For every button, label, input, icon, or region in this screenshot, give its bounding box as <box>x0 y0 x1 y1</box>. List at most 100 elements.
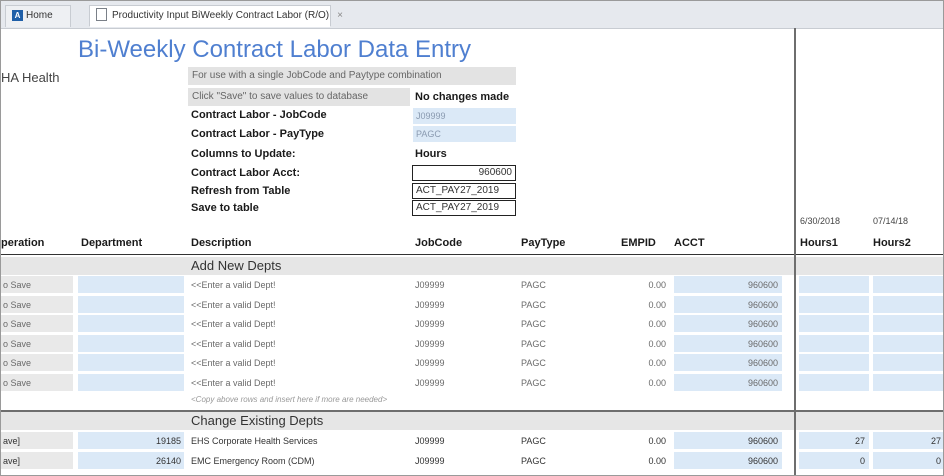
operation-cell: o Save <box>1 315 73 333</box>
column-header-jobcode: JobCode <box>415 237 463 249</box>
section-change-existing-label: Change Existing Depts <box>191 413 324 428</box>
paytype-label: Contract Labor - PayType <box>191 128 325 140</box>
close-icon[interactable]: × <box>337 10 343 21</box>
jobcode-field[interactable]: J09999 <box>413 108 516 124</box>
department-cell[interactable] <box>78 374 184 391</box>
paytype-cell: PAGC <box>521 358 546 369</box>
jobcode-cell: J09999 <box>415 319 445 330</box>
hours1-cell[interactable]: 27 <box>799 432 869 449</box>
hours1-cell[interactable]: 0 <box>799 451 869 469</box>
column-header-description: Description <box>191 237 252 249</box>
hours1-cell[interactable] <box>799 276 869 293</box>
operation-cell: o Save <box>1 334 73 352</box>
hours1-cell[interactable] <box>799 354 869 372</box>
empid-cell: 0.00 <box>648 280 666 290</box>
column-header-empid: EMPID <box>621 237 656 249</box>
contract-labor-acct-label: Contract Labor Acct: <box>191 167 300 179</box>
hours2-cell[interactable] <box>873 276 943 293</box>
status-text: No changes made <box>415 91 510 103</box>
organization-name: HA Health <box>1 70 60 85</box>
section-add-new-label: Add New Depts <box>191 258 282 273</box>
save-to-table-label: Save to table <box>191 202 259 214</box>
columns-to-update-value: Hours <box>415 148 447 160</box>
empid-cell: 0.00 <box>648 338 666 349</box>
empid-cell: 0.00 <box>648 319 666 330</box>
description-cell: EHS Corporate Health Services <box>191 436 318 446</box>
acct-cell[interactable]: 960600 <box>674 374 782 391</box>
contract-labor-acct-field[interactable]: 960600 <box>412 165 516 181</box>
info-save-instructions: Click "Save" to save values to database <box>188 88 410 106</box>
refresh-from-table-field[interactable]: ACT_PAY27_2019 <box>412 183 516 199</box>
header-divider <box>1 254 943 255</box>
paytype-cell: PAGC <box>521 319 546 330</box>
hours1-cell[interactable] <box>799 334 869 352</box>
description-cell: EMC Emergency Room (CDM) <box>191 455 315 466</box>
acct-cell[interactable]: 960600 <box>674 451 782 469</box>
acct-cell[interactable]: 960600 <box>674 315 782 333</box>
department-cell[interactable] <box>78 276 184 293</box>
column-header-department: Department <box>81 237 143 249</box>
operation-cell: o Save <box>1 276 73 293</box>
paytype-cell: PAGC <box>521 280 546 290</box>
column-header-hours2: Hours2 <box>873 237 911 249</box>
description-cell: <<Enter a valid Dept! <box>191 378 276 388</box>
acct-cell[interactable]: 960600 <box>674 276 782 293</box>
refresh-from-table-label: Refresh from Table <box>191 185 291 197</box>
tab-home[interactable]: A Home <box>5 5 71 27</box>
jobcode-cell: J09999 <box>415 299 445 310</box>
freeze-pane-horizontal <box>1 410 943 412</box>
department-cell[interactable] <box>78 295 184 313</box>
department-cell[interactable] <box>78 315 184 333</box>
operation-cell: ave] <box>1 432 73 449</box>
hours2-cell[interactable] <box>873 334 943 352</box>
department-cell[interactable] <box>78 354 184 372</box>
operation-cell: o Save <box>1 354 73 372</box>
column-header-hours1: Hours1 <box>800 237 838 249</box>
empid-cell: 0.00 <box>648 455 666 466</box>
paytype-cell: PAGC <box>521 436 546 446</box>
date-header-2: 07/14/18 <box>873 216 909 226</box>
column-header-operation: peration <box>1 237 45 249</box>
table-row: o Save <<Enter a valid Dept! J09999 PAGC 0.0… <box>1 295 943 314</box>
columns-to-update-label: Columns to Update: <box>191 148 296 160</box>
jobcode-cell: J09999 <box>415 436 445 446</box>
department-cell[interactable] <box>78 334 184 352</box>
spreadsheet-window: A Home Productivity Input BiWeekly Contra… <box>0 0 944 476</box>
jobcode-cell: J09999 <box>415 280 445 290</box>
hours2-cell[interactable] <box>873 295 943 313</box>
acct-cell[interactable]: 960600 <box>674 295 782 313</box>
jobcode-cell: J09999 <box>415 338 445 349</box>
description-cell: <<Enter a valid Dept! <box>191 319 276 330</box>
empid-cell: 0.00 <box>648 299 666 310</box>
department-cell[interactable]: 19185 <box>78 432 184 449</box>
hours1-cell[interactable] <box>799 315 869 333</box>
hours2-cell[interactable]: 27 <box>873 432 943 449</box>
copy-rows-note: <Copy above rows and insert here if more… <box>191 395 388 404</box>
acct-cell[interactable]: 960600 <box>674 334 782 352</box>
table-row: o Save <<Enter a valid Dept! J09999 PAGC 0.0… <box>1 315 943 333</box>
table-row: o Save <<Enter a valid Dept! J09999 PAGC 0.0… <box>1 354 943 372</box>
hours2-cell[interactable]: 0 <box>873 451 943 469</box>
acct-cell[interactable]: 960600 <box>674 354 782 372</box>
section-change-existing-depts: Change Existing Depts <box>1 412 943 430</box>
hours1-cell[interactable] <box>799 295 869 313</box>
hours2-cell[interactable] <box>873 315 943 333</box>
operation-cell: ave] <box>1 451 73 469</box>
table-row: o Save <<Enter a valid Dept! J09999 PAGC 0.0… <box>1 276 943 294</box>
tab-productivity-input[interactable]: Productivity Input BiWeekly Contract Lab… <box>89 5 343 27</box>
info-single-jobcode: For use with a single JobCode and Paytyp… <box>188 67 516 85</box>
hours2-cell[interactable] <box>873 354 943 372</box>
department-cell[interactable]: 26140 <box>78 451 184 469</box>
hours1-cell[interactable] <box>799 374 869 391</box>
save-to-table-field[interactable]: ACT_PAY27_2019 <box>412 200 516 216</box>
paytype-field[interactable]: PAGC <box>413 126 516 142</box>
operation-cell: o Save <box>1 374 73 391</box>
acct-cell[interactable]: 960600 <box>674 432 782 449</box>
description-cell: <<Enter a valid Dept! <box>191 338 276 349</box>
freeze-pane-vertical <box>794 28 796 475</box>
home-icon: A <box>12 9 23 21</box>
hours2-cell[interactable] <box>873 374 943 391</box>
tab-home-label: Home <box>26 10 53 21</box>
paytype-cell: PAGC <box>521 338 546 349</box>
table-row: ave] 19185 EHS Corporate Health Services J0… <box>1 432 943 450</box>
